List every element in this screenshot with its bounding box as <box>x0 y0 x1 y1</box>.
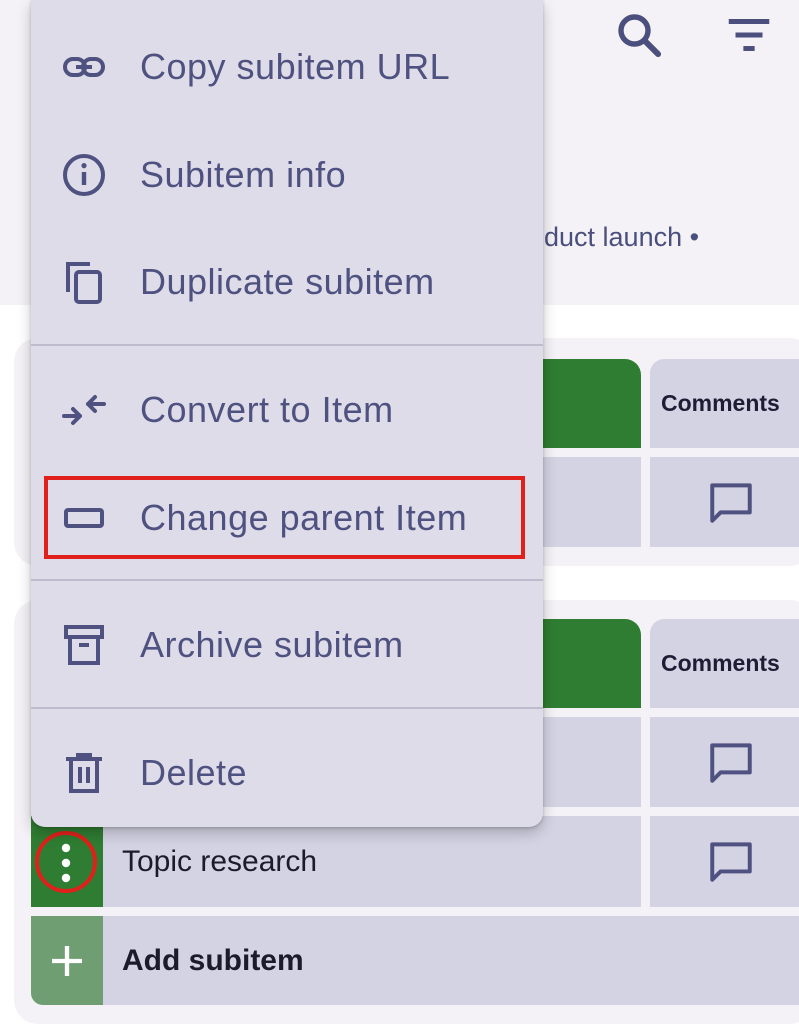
highlight-circle <box>35 831 97 893</box>
menu-item-duplicate[interactable]: Duplicate subitem <box>31 237 543 327</box>
comments-column-header[interactable]: Comments <box>650 359 799 448</box>
menu-item-label: Delete <box>140 752 248 793</box>
filter-icon[interactable] <box>722 8 776 62</box>
comment-cell[interactable] <box>650 457 799 547</box>
trash-icon <box>59 748 109 798</box>
menu-item-copy-url[interactable]: Copy subitem URL <box>31 22 543 112</box>
copy-icon <box>59 257 109 307</box>
comment-icon[interactable] <box>706 836 756 891</box>
menu-divider <box>31 579 543 581</box>
menu-divider <box>31 707 543 709</box>
comment-cell[interactable] <box>650 816 799 907</box>
menu-item-label: Subitem info <box>140 154 347 195</box>
breadcrumb[interactable]: roduct launch • <box>520 222 699 253</box>
archive-icon <box>59 620 109 670</box>
link-icon <box>59 42 109 92</box>
menu-item-label: Convert to Item <box>140 389 394 430</box>
highlight-box <box>44 476 525 559</box>
menu-item-delete[interactable]: Delete <box>31 728 543 818</box>
subitem-context-menu: Copy subitem URL Subitem info Duplicate … <box>31 0 543 827</box>
menu-item-label: Copy subitem URL <box>140 46 451 87</box>
comment-cell[interactable] <box>650 717 799 807</box>
comment-icon[interactable] <box>706 477 756 532</box>
menu-item-label: Duplicate subitem <box>140 261 435 302</box>
menu-item-archive[interactable]: Archive subitem <box>31 600 543 690</box>
convert-icon <box>59 385 109 435</box>
comment-icon[interactable] <box>706 737 756 792</box>
menu-divider <box>31 344 543 346</box>
menu-item-label: Archive subitem <box>140 624 404 665</box>
row-name[interactable]: Topic research <box>122 816 317 907</box>
search-icon[interactable] <box>612 8 666 62</box>
info-icon <box>59 150 109 200</box>
comments-column-header[interactable]: Comments <box>650 619 799 708</box>
menu-item-convert-to-item[interactable]: Convert to Item <box>31 365 543 455</box>
add-icon[interactable] <box>31 916 103 1005</box>
menu-item-subitem-info[interactable]: Subitem info <box>31 130 543 220</box>
add-subitem-label[interactable]: Add subitem <box>122 916 304 1005</box>
